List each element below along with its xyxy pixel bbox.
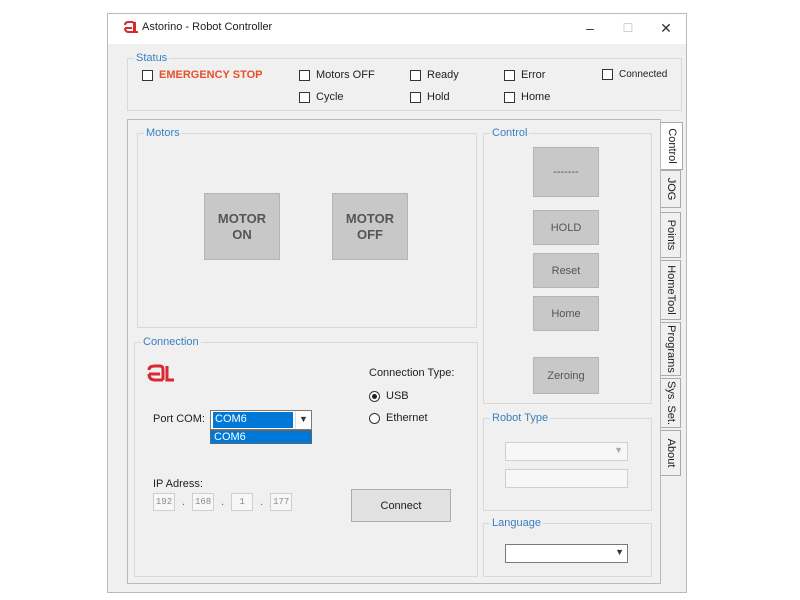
radio-indicator[interactable]: [369, 390, 380, 402]
mode-button[interactable]: -------: [533, 147, 599, 197]
port-com-dropdown-option[interactable]: COM6: [210, 430, 312, 444]
close-button[interactable]: ✕: [647, 14, 685, 44]
motor-on-label-line1: MOTOR: [217, 210, 267, 226]
error-checkbox[interactable]: Error: [504, 69, 545, 81]
language-group-title: Language: [490, 517, 543, 529]
robot-type-field: [505, 469, 628, 488]
port-com-combobox[interactable]: COM6 ▼: [210, 410, 312, 430]
astorino-logo-icon: [124, 21, 138, 33]
hold-button[interactable]: HOLD: [533, 210, 599, 245]
window-title: Astorino - Robot Controller: [142, 21, 273, 33]
connected-checkbox[interactable]: Connected: [602, 69, 667, 80]
tab-control-label: Control: [665, 128, 678, 164]
chevron-down-icon[interactable]: ▼: [615, 547, 624, 557]
ethernet-label: Ethernet: [386, 412, 428, 424]
ethernet-radio[interactable]: Ethernet: [369, 412, 428, 424]
status-group: Status EMERGENCY STOP Motors OFF Ready E…: [127, 52, 682, 111]
ip-address-label: IP Adress:: [153, 478, 203, 490]
cycle-label: Cycle: [316, 91, 344, 103]
language-group: Language ▼: [483, 517, 652, 577]
zeroing-button[interactable]: Zeroing: [533, 357, 599, 394]
emergency-stop-label: EMERGENCY STOP: [159, 69, 263, 81]
motor-on-button[interactable]: MOTOR ON: [204, 193, 280, 260]
control-group-title: Control: [490, 127, 530, 139]
ready-label: Ready: [427, 69, 459, 81]
reset-button[interactable]: Reset: [533, 253, 599, 288]
astorino-brand-icon: [147, 364, 174, 382]
title-bar[interactable]: Astorino - Robot Controller – ☐ ✕: [108, 14, 686, 44]
minimize-button[interactable]: –: [571, 14, 609, 44]
port-com-label: Port COM:: [153, 413, 205, 425]
connection-group-title: Connection: [141, 336, 201, 348]
ready-checkbox[interactable]: Ready: [410, 69, 459, 81]
radio-indicator[interactable]: [369, 412, 380, 424]
error-label: Error: [521, 69, 546, 81]
connection-type-label: Connection Type:: [369, 367, 455, 379]
motors-group: Motors MOTOR ON MOTOR OFF: [137, 127, 477, 328]
checkbox-box[interactable]: [504, 69, 515, 81]
control-group: Control ------- HOLD Reset Home Zeroing: [483, 127, 652, 404]
control-tab-page: Motors MOTOR ON MOTOR OFF Control ------…: [127, 119, 661, 584]
checkbox-box[interactable]: [410, 91, 421, 103]
connection-group: Connection Connection Type: USB Ethernet…: [134, 336, 478, 577]
ip-address-field: 192 . 168 . 1 . 177: [153, 493, 293, 511]
tab-programs[interactable]: Programs: [661, 322, 681, 376]
usb-radio[interactable]: USB: [369, 390, 409, 402]
ip-octet-1[interactable]: 192: [153, 493, 175, 511]
hold-label: Hold: [427, 91, 450, 103]
connected-label: Connected: [619, 69, 668, 80]
emergency-stop-checkbox[interactable]: EMERGENCY STOP: [142, 69, 263, 81]
motors-off-checkbox[interactable]: Motors OFF: [299, 69, 375, 81]
motor-off-button[interactable]: MOTOR OFF: [332, 193, 408, 260]
tab-points[interactable]: Points: [661, 212, 681, 258]
tab-hometool-label: HomeTool: [664, 265, 677, 315]
maximize-button[interactable]: ☐: [609, 14, 647, 44]
tab-points-label: Points: [664, 219, 677, 251]
ip-octet-4[interactable]: 177: [270, 493, 293, 511]
tab-jog-label: JOG: [664, 177, 677, 201]
ip-separator: .: [221, 496, 225, 508]
ip-octet-2[interactable]: 168: [192, 493, 215, 511]
ip-octet-3[interactable]: 1: [231, 493, 254, 511]
tab-hometool[interactable]: HomeTool: [661, 260, 681, 320]
checkbox-box[interactable]: [602, 69, 613, 80]
port-com-value: COM6: [213, 412, 293, 428]
motor-off-label-line2: OFF: [357, 226, 383, 242]
motor-off-label-line1: MOTOR: [345, 210, 395, 226]
tab-sys-set-label: Sys. Set.: [664, 380, 677, 426]
tab-programs-label: Programs: [664, 325, 677, 373]
ip-separator: .: [260, 496, 264, 508]
motors-off-label: Motors OFF: [316, 69, 375, 81]
language-combobox[interactable]: ▼: [505, 544, 628, 563]
home-label: Home: [521, 91, 551, 103]
checkbox-box[interactable]: [504, 91, 515, 103]
chevron-down-icon[interactable]: ▼: [295, 411, 311, 429]
app-window: Astorino - Robot Controller – ☐ ✕ Status…: [107, 13, 687, 593]
connect-button[interactable]: Connect: [351, 489, 451, 522]
tab-jog[interactable]: JOG: [661, 170, 681, 208]
robot-type-group-title: Robot Type: [490, 412, 551, 424]
tab-about[interactable]: About: [661, 430, 681, 476]
tab-control[interactable]: Control: [661, 122, 683, 170]
tab-sys-set[interactable]: Sys. Set.: [661, 378, 681, 428]
home-checkbox[interactable]: Home: [504, 91, 550, 103]
checkbox-box[interactable]: [299, 69, 310, 81]
tab-about-label: About: [664, 438, 677, 468]
ip-separator: .: [182, 496, 186, 508]
home-button[interactable]: Home: [533, 296, 599, 331]
checkbox-box[interactable]: [299, 91, 310, 103]
status-group-title: Status: [134, 52, 170, 64]
usb-label: USB: [386, 390, 409, 402]
checkbox-box[interactable]: [410, 69, 421, 81]
motor-on-label-line2: ON: [232, 226, 252, 242]
robot-type-group: Robot Type ▼: [483, 412, 652, 511]
cycle-checkbox[interactable]: Cycle: [299, 91, 344, 103]
robot-type-combobox[interactable]: ▼: [505, 442, 628, 461]
motors-group-title: Motors: [144, 127, 182, 139]
checkbox-box[interactable]: [142, 69, 153, 81]
chevron-down-icon[interactable]: ▼: [614, 445, 623, 455]
hold-checkbox[interactable]: Hold: [410, 91, 450, 103]
